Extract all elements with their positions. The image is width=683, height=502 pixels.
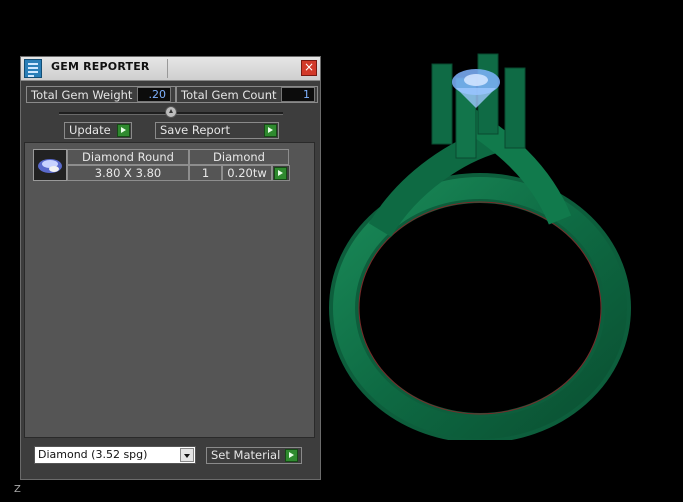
- title-divider: [167, 59, 168, 78]
- play-arrow-icon: [285, 449, 298, 462]
- play-arrow-icon: [117, 124, 130, 137]
- title-bar[interactable]: GEM REPORTER ×: [21, 57, 320, 81]
- save-report-button[interactable]: Save Report: [155, 122, 279, 139]
- gem-shape: Diamond Round: [67, 149, 189, 165]
- gem-row-action-button[interactable]: [272, 165, 290, 181]
- gem-count: 1: [189, 165, 222, 181]
- slider-handle[interactable]: [165, 106, 177, 118]
- gem-list: Diamond Round Diamond 3.80 X 3.80 1 0.20…: [24, 142, 315, 438]
- dropdown-arrow-icon[interactable]: [180, 448, 194, 462]
- gem-material: Diamond: [189, 149, 289, 165]
- round-gem-icon: [33, 149, 67, 181]
- save-report-label: Save Report: [160, 123, 231, 137]
- total-gem-weight-label: Total Gem Weight: [31, 88, 133, 102]
- close-icon[interactable]: ×: [301, 60, 317, 76]
- axis-label: Z: [14, 484, 21, 495]
- gem-reporter-icon: [24, 59, 42, 78]
- total-gem-count-value: 1: [281, 87, 315, 102]
- panel-title: GEM REPORTER: [51, 60, 150, 73]
- gem-size: 3.80 X 3.80: [67, 165, 189, 181]
- play-arrow-icon: [274, 167, 287, 180]
- material-select-value: Diamond (3.52 spg): [38, 448, 148, 461]
- gem-weight: 0.20tw: [222, 165, 272, 181]
- play-arrow-icon: [264, 124, 277, 137]
- update-label: Update: [69, 123, 111, 137]
- total-gem-weight-value: .20: [137, 87, 171, 102]
- set-material-label: Set Material: [211, 448, 281, 462]
- update-button[interactable]: Update: [64, 122, 132, 139]
- set-material-button[interactable]: Set Material: [206, 447, 302, 464]
- gem-reporter-panel: GEM REPORTER × Total Gem Weight .20 Tota…: [20, 56, 321, 480]
- material-select[interactable]: Diamond (3.52 spg): [34, 446, 196, 464]
- ring-model[interactable]: [320, 40, 650, 440]
- total-gem-count-label: Total Gem Count: [181, 88, 277, 102]
